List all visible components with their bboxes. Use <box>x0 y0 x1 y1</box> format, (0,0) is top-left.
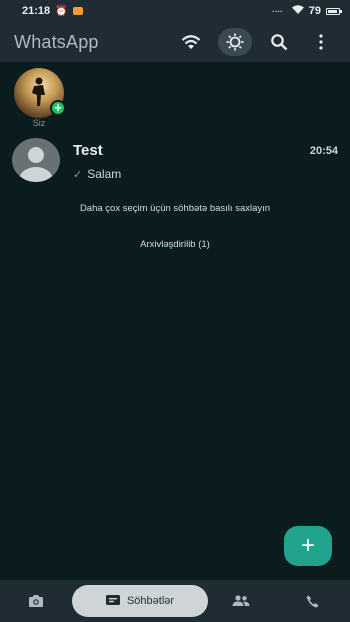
app-bar: WhatsApp <box>0 22 350 62</box>
bottom-navigation: Söhbətlər <box>0 580 350 622</box>
nav-chats-label: Söhbətlər <box>126 595 175 607</box>
wifi-icon[interactable] <box>176 27 206 57</box>
search-icon[interactable] <box>264 27 294 57</box>
clock: 21:18 <box>22 5 51 17</box>
alarm-icon: ⏰ <box>55 5 68 17</box>
add-status-icon[interactable]: + <box>50 100 66 116</box>
app-title: WhatsApp <box>14 31 99 52</box>
nav-community[interactable] <box>208 585 274 617</box>
archived-chats-link[interactable]: Arxivləşdirilib (1) <box>0 239 350 250</box>
phone-icon <box>306 595 318 607</box>
more-vert-icon[interactable] <box>306 27 336 57</box>
check-icon: ✓ <box>73 168 83 181</box>
wifi-status-icon <box>291 5 304 17</box>
battery-icon <box>326 7 342 15</box>
battery-percent: 79 <box>308 5 321 17</box>
system-status-bar: 21:18 ⏰ ···· 79 <box>0 0 350 22</box>
my-status-avatar[interactable]: + <box>14 68 66 118</box>
chat-icon <box>105 595 120 605</box>
brightness-icon[interactable] <box>218 28 252 56</box>
nav-camera[interactable] <box>0 585 72 617</box>
signal-dots-icon: ···· <box>272 6 283 16</box>
plus-icon: + <box>300 532 315 559</box>
new-chat-button[interactable]: + <box>284 526 332 566</box>
notification-app-icon <box>72 7 83 15</box>
community-icon <box>232 595 250 606</box>
chat-preview-text: Salam <box>87 167 122 181</box>
camera-icon <box>29 595 43 607</box>
avatar-silhouette <box>32 77 45 106</box>
chat-name: Test <box>73 142 103 159</box>
long-press-hint: Daha çox seçim üçün söhbətə basılı saxla… <box>79 203 271 214</box>
chat-list-item[interactable]: Test 20:54 ✓ Salam <box>12 138 338 186</box>
chat-time: 20:54 <box>309 144 338 157</box>
nav-chats[interactable]: Söhbətlər <box>72 585 208 617</box>
contact-avatar[interactable] <box>12 138 60 182</box>
my-status[interactable]: + Siz <box>12 68 66 128</box>
nav-calls[interactable] <box>274 585 350 617</box>
my-status-label: Siz <box>32 118 46 128</box>
